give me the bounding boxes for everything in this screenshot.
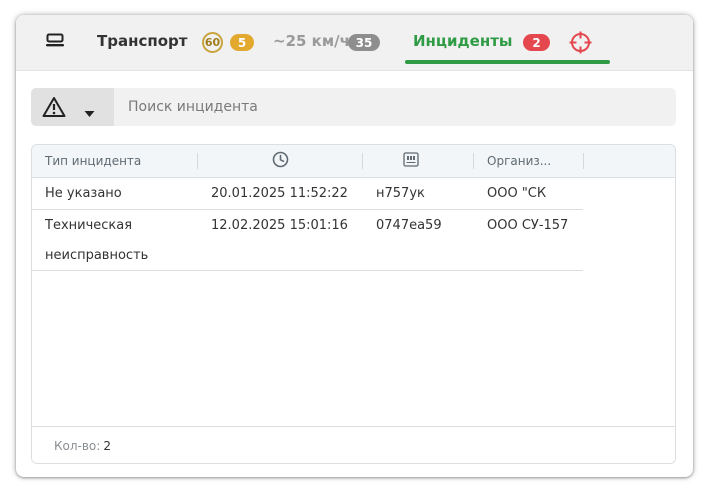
table-header: Тип инцидента Организ... [32, 145, 675, 178]
search-bar [31, 88, 676, 126]
incidents-panel: Транспорт 60 5 ~25 км/ч 35 Инциденты 2 П… [16, 15, 693, 477]
incidents-table: Тип инцидента Организ... Не указано 20.0… [31, 144, 676, 464]
license-plate-icon [403, 152, 419, 170]
cell-type-continued: неисправность [45, 248, 149, 263]
cell-type: Не указано [45, 186, 122, 201]
chevron-down-icon [84, 103, 95, 122]
column-separator[interactable] [473, 153, 474, 169]
column-header-datetime[interactable] [198, 145, 362, 177]
tab-transport[interactable]: Транспорт [97, 32, 187, 50]
speed-count-badge: 35 [348, 34, 380, 51]
tab-incidents-label: Инциденты [413, 32, 513, 50]
column-header-type[interactable]: Тип инцидента [45, 145, 195, 177]
cell-organization: ООО СУ-157 [487, 218, 569, 233]
table-footer: Кол-во: 2 [32, 426, 675, 463]
search-input[interactable] [114, 88, 674, 126]
table-row[interactable]: Не указано 20.01.2025 11:52:22 н757ук ОО… [32, 178, 583, 210]
column-separator[interactable] [583, 153, 584, 169]
tab-speed[interactable]: ~25 км/ч [273, 32, 350, 50]
cell-datetime: 12.02.2025 15:01:16 [211, 218, 348, 233]
cell-type: Техническая [45, 218, 133, 233]
incident-type-filter-button[interactable] [31, 88, 114, 126]
speed-circle-badge: 60 [202, 32, 223, 53]
warning-icon [42, 96, 66, 122]
clock-icon [272, 151, 289, 171]
tab-bar: Транспорт 60 5 ~25 км/ч 35 Инциденты 2 [16, 15, 693, 71]
tab-incidents[interactable]: Инциденты [413, 32, 512, 50]
vehicle-icon[interactable] [45, 32, 65, 48]
table-row[interactable]: Техническая неисправность 12.02.2025 15:… [32, 210, 583, 271]
column-header-plate[interactable] [363, 145, 473, 177]
cell-organization: ООО "СК [487, 186, 547, 201]
tab-speed-label: ~25 км/ч [273, 32, 350, 50]
count-label: Кол-во: [54, 438, 101, 453]
cell-plate: н757ук [376, 186, 425, 201]
crosshair-icon[interactable] [569, 31, 592, 54]
cell-datetime: 20.01.2025 11:52:22 [211, 186, 348, 201]
column-header-organization[interactable]: Организ... [487, 145, 582, 177]
speed-violation-badge: 5 [230, 34, 254, 51]
tab-transport-label: Транспорт [97, 32, 188, 50]
incidents-count-badge: 2 [523, 34, 550, 51]
count-value: 2 [103, 438, 111, 453]
active-tab-indicator [405, 60, 610, 64]
cell-plate: 0747еа59 [376, 218, 442, 233]
